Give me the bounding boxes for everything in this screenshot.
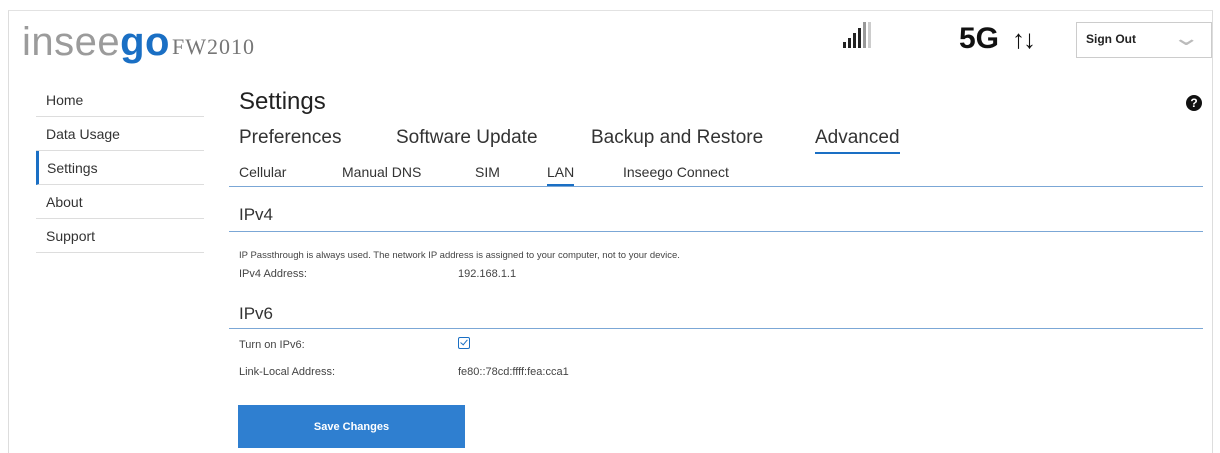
subtab-manual-dns[interactable]: Manual DNS (342, 164, 421, 180)
ipv4-divider (229, 231, 1203, 232)
ipv6-heading: IPv6 (239, 304, 274, 323)
tab-advanced[interactable]: Advanced (815, 127, 900, 154)
link-local-address-label: Link-Local Address: (239, 366, 335, 378)
inseego-logo: inseego (22, 20, 170, 64)
data-transfer-icon: ↑↓ (1012, 24, 1036, 54)
sidebar-item-label: Settings (47, 160, 98, 176)
sidebar-item-data-usage[interactable]: Data Usage (36, 117, 204, 151)
sidebar-item-about[interactable]: About (36, 185, 204, 219)
subtab-lan[interactable]: LAN (547, 164, 575, 186)
sidebar-item-label: Data Usage (46, 126, 120, 142)
turn-on-ipv6-checkbox[interactable] (458, 337, 470, 349)
model-name: FW2010 (172, 34, 255, 59)
turn-on-ipv6-label: Turn on IPv6: (239, 339, 305, 351)
help-icon[interactable]: ? (1186, 95, 1202, 111)
sidebar-item-label: Support (46, 228, 96, 244)
chevron-down-icon: ⌄ (1171, 25, 1201, 50)
ipv4-note: IP Passthrough is always used. The netwo… (239, 250, 680, 261)
ipv4-heading: IPv4 (239, 205, 274, 224)
ipv4-address-value: 192.168.1.1 (458, 268, 517, 280)
tab-preferences[interactable]: Preferences (239, 127, 341, 149)
subtab-cellular[interactable]: Cellular (239, 164, 286, 180)
network-type: 5G (959, 22, 1000, 55)
signal-strength-icon (843, 22, 879, 48)
sidebar-item-label: About (46, 194, 83, 210)
page-title: Settings (239, 88, 326, 115)
sidebar-item-label: Home (46, 92, 84, 108)
ipv4-address-label: IPv4 Address: (239, 268, 307, 280)
save-changes-button[interactable]: Save Changes (238, 405, 465, 448)
link-local-address-value: fe80::78cd:ffff:fea:cca1 (458, 366, 569, 378)
tab-software-update[interactable]: Software Update (396, 127, 538, 149)
subtab-sim[interactable]: SIM (475, 164, 500, 180)
sidebar-nav: Home Data Usage Settings About Support (36, 83, 204, 253)
subtabs-divider (229, 186, 1203, 187)
sidebar-item-home[interactable]: Home (36, 83, 204, 117)
ipv6-divider (229, 328, 1203, 329)
sidebar-item-support[interactable]: Support (36, 219, 204, 253)
tab-backup-and-restore[interactable]: Backup and Restore (591, 127, 763, 149)
sign-out-label: Sign Out (1086, 32, 1136, 46)
sign-out-dropdown[interactable]: Sign Out ⌄ (1076, 22, 1212, 58)
subtab-inseego-connect[interactable]: Inseego Connect (623, 164, 729, 180)
sidebar-item-settings[interactable]: Settings (36, 151, 204, 185)
